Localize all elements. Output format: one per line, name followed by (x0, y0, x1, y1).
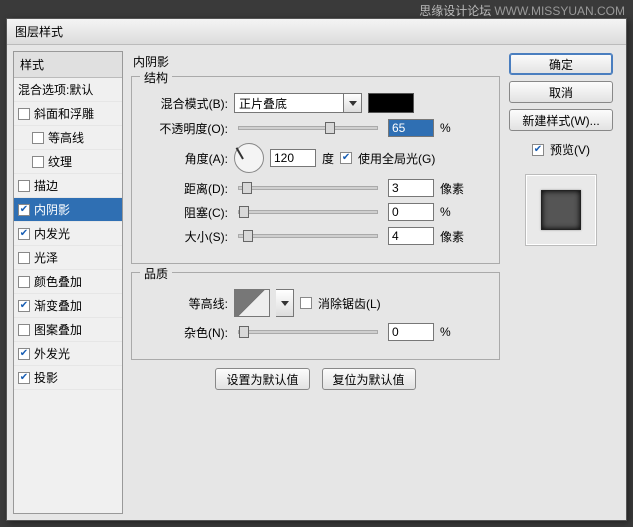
blend-mode-dropdown-button[interactable] (344, 93, 362, 113)
distance-input[interactable]: 3 (388, 179, 434, 197)
choke-input[interactable]: 0 (388, 203, 434, 221)
opacity-input[interactable]: 65 (388, 119, 434, 137)
blending-options-row[interactable]: 混合选项:默认 (14, 78, 122, 102)
distance-unit: 像素 (440, 180, 470, 197)
size-slider[interactable] (238, 234, 378, 238)
angle-dial[interactable] (234, 143, 264, 173)
style-label: 渐变叠加 (34, 297, 82, 314)
style-label: 等高线 (48, 129, 84, 146)
style-checkbox[interactable] (18, 372, 30, 384)
watermark-main: 思缘设计论坛 (419, 4, 491, 18)
size-label: 大小(S): (142, 228, 228, 245)
distance-label: 距离(D): (142, 180, 228, 197)
style-item[interactable]: 内阴影 (14, 198, 122, 222)
contour-picker[interactable] (234, 289, 270, 317)
style-item[interactable]: 投影 (14, 366, 122, 390)
style-item[interactable]: 光泽 (14, 246, 122, 270)
style-checkbox[interactable] (18, 348, 30, 360)
chevron-down-icon (281, 301, 289, 306)
angle-input[interactable]: 120 (270, 149, 316, 167)
layer-style-dialog: 图层样式 样式 混合选项:默认 斜面和浮雕等高线纹理描边内阴影内发光光泽颜色叠加… (6, 18, 627, 521)
style-label: 图案叠加 (34, 321, 82, 338)
opacity-label: 不透明度(O): (142, 120, 228, 137)
noise-slider[interactable] (238, 330, 378, 334)
dialog-actions: 确定 取消 新建样式(W)... 预览(V) (504, 45, 626, 520)
quality-group: 品质 等高线: 消除锯齿(L) 杂色(N): 0 % (131, 272, 500, 360)
structure-group: 结构 混合模式(B): 正片叠底 不透明度(O): 65 % 角度 (131, 76, 500, 264)
style-item[interactable]: 斜面和浮雕 (14, 102, 122, 126)
color-swatch[interactable] (368, 93, 414, 113)
preview-box (525, 174, 597, 246)
style-item[interactable]: 等高线 (14, 126, 122, 150)
watermark-sub: WWW.MISSYUAN.COM (494, 4, 625, 18)
chevron-down-icon (349, 101, 357, 106)
preview-thumbnail (541, 190, 581, 230)
style-checkbox[interactable] (18, 204, 30, 216)
styles-list: 样式 混合选项:默认 斜面和浮雕等高线纹理描边内阴影内发光光泽颜色叠加渐变叠加图… (13, 51, 123, 514)
style-item[interactable]: 外发光 (14, 342, 122, 366)
angle-label: 角度(A): (142, 150, 228, 167)
style-checkbox[interactable] (18, 180, 30, 192)
style-item[interactable]: 图案叠加 (14, 318, 122, 342)
style-label: 内阴影 (34, 201, 70, 218)
size-unit: 像素 (440, 228, 470, 245)
style-checkbox[interactable] (18, 108, 30, 120)
choke-slider[interactable] (238, 210, 378, 214)
contour-label: 等高线: (142, 295, 228, 312)
style-item[interactable]: 描边 (14, 174, 122, 198)
style-label: 投影 (34, 369, 58, 386)
preview-label: 预览(V) (550, 141, 590, 158)
watermark: 思缘设计论坛 WWW.MISSYUAN.COM (419, 2, 625, 19)
contour-dropdown-button[interactable] (276, 289, 294, 317)
style-item[interactable]: 纹理 (14, 150, 122, 174)
effect-panel: 内阴影 结构 混合模式(B): 正片叠底 不透明度(O): 65 % (123, 45, 504, 520)
style-item[interactable]: 渐变叠加 (14, 294, 122, 318)
new-style-button[interactable]: 新建样式(W)... (509, 109, 613, 131)
opacity-slider[interactable] (238, 126, 378, 130)
global-light-label: 使用全局光(G) (358, 150, 435, 167)
style-label: 纹理 (48, 153, 72, 170)
styles-header: 样式 (14, 52, 122, 78)
style-checkbox[interactable] (18, 300, 30, 312)
style-checkbox[interactable] (32, 156, 44, 168)
angle-unit: 度 (322, 150, 334, 167)
blend-mode-select[interactable]: 正片叠底 (234, 93, 362, 113)
choke-label: 阻塞(C): (142, 204, 228, 221)
style-label: 颜色叠加 (34, 273, 82, 290)
blend-mode-value: 正片叠底 (239, 95, 287, 112)
style-checkbox[interactable] (18, 228, 30, 240)
blend-mode-label: 混合模式(B): (142, 95, 228, 112)
style-checkbox[interactable] (18, 252, 30, 264)
style-label: 外发光 (34, 345, 70, 362)
style-item[interactable]: 内发光 (14, 222, 122, 246)
quality-legend: 品质 (140, 265, 172, 282)
noise-unit: % (440, 325, 470, 339)
noise-input[interactable]: 0 (388, 323, 434, 341)
global-light-checkbox[interactable] (340, 152, 352, 164)
reset-default-button[interactable]: 复位为默认值 (322, 368, 416, 390)
dialog-title: 图层样式 (7, 19, 626, 45)
style-checkbox[interactable] (18, 324, 30, 336)
style-checkbox[interactable] (18, 276, 30, 288)
cancel-button[interactable]: 取消 (509, 81, 613, 103)
style-item[interactable]: 颜色叠加 (14, 270, 122, 294)
antialias-label: 消除锯齿(L) (318, 295, 381, 312)
distance-slider[interactable] (238, 186, 378, 190)
style-label: 光泽 (34, 249, 58, 266)
size-input[interactable]: 4 (388, 227, 434, 245)
style-checkbox[interactable] (32, 132, 44, 144)
choke-unit: % (440, 205, 470, 219)
antialias-checkbox[interactable] (300, 297, 312, 309)
panel-title: 内阴影 (133, 53, 500, 70)
preview-checkbox[interactable] (532, 144, 544, 156)
ok-button[interactable]: 确定 (509, 53, 613, 75)
style-label: 斜面和浮雕 (34, 105, 94, 122)
style-label: 描边 (34, 177, 58, 194)
noise-label: 杂色(N): (142, 324, 228, 341)
blending-options-label: 混合选项:默认 (18, 81, 93, 98)
style-label: 内发光 (34, 225, 70, 242)
opacity-unit: % (440, 121, 470, 135)
set-default-button[interactable]: 设置为默认值 (215, 368, 309, 390)
structure-legend: 结构 (140, 69, 172, 86)
